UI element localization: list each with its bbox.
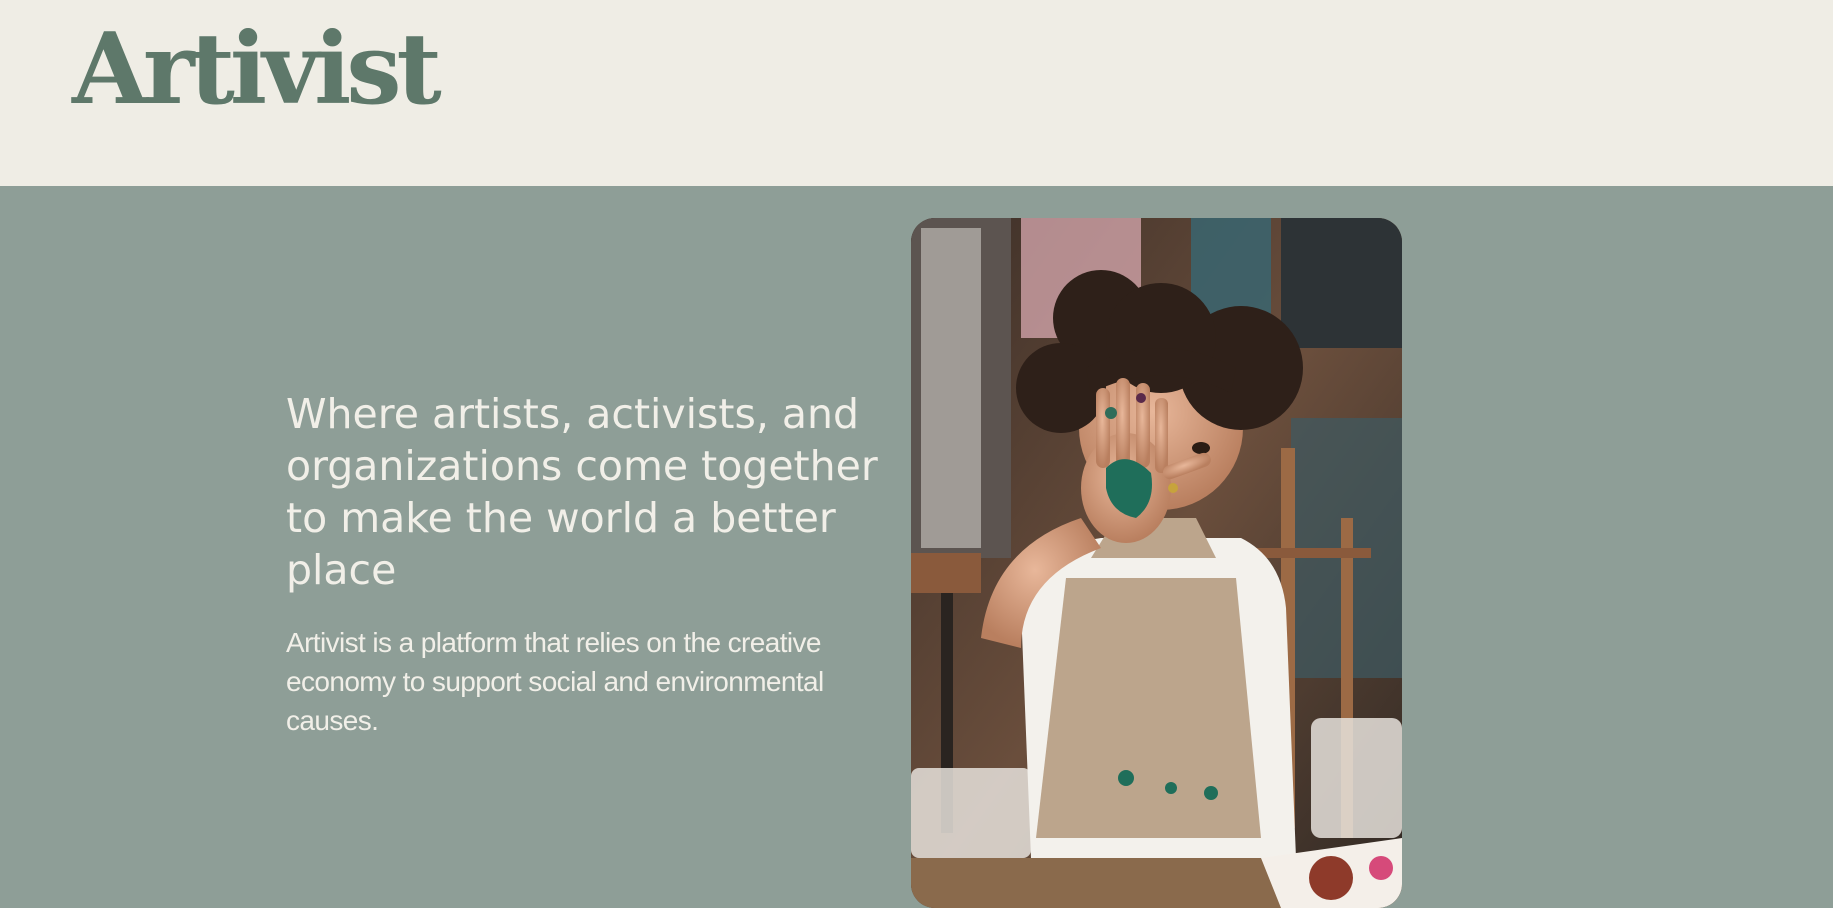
- hero-section: Where artists, activists, and organizati…: [0, 186, 1833, 908]
- site-header: Artivist: [0, 0, 1833, 186]
- child-painted-hand-photo-icon: [911, 218, 1402, 908]
- hero-photo: [911, 218, 1402, 908]
- hero-headline: Where artists, activists, and organizati…: [286, 390, 878, 594]
- artivist-logo[interactable]: Artivist: [72, 16, 442, 124]
- hero-description: Artivist is a platform that relies on th…: [286, 627, 824, 736]
